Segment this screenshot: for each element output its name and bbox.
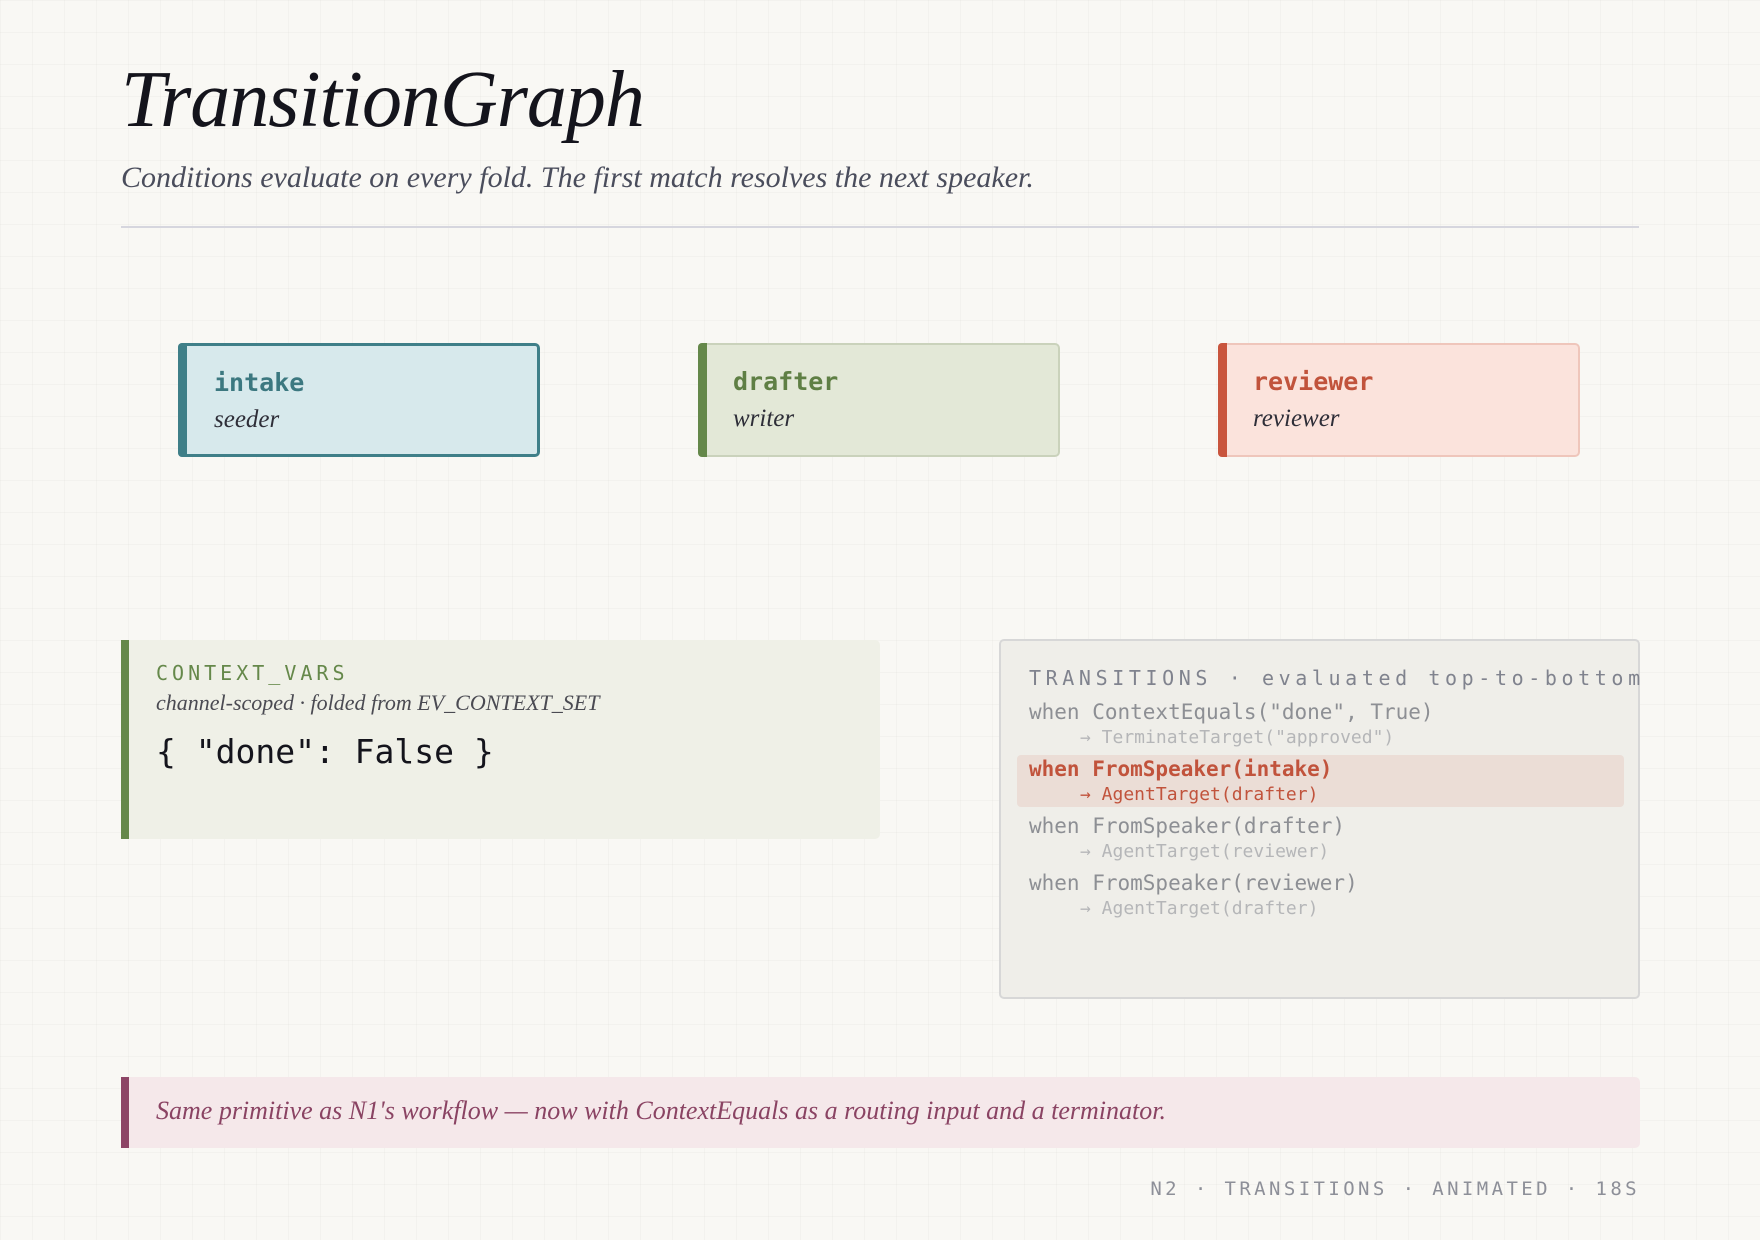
node-accent-bar xyxy=(178,343,187,457)
rule-target: → AgentTarget(drafter) xyxy=(1080,898,1319,919)
node-role: reviewer xyxy=(1253,405,1340,432)
node-accent-bar xyxy=(1218,343,1227,457)
note-accent-bar xyxy=(121,1077,129,1148)
context-vars-label: CONTEXT_VARS xyxy=(156,661,349,685)
transition-rule[interactable]: when FromSpeaker(reviewer) → AgentTarget… xyxy=(1017,869,1624,921)
node-name: intake xyxy=(214,368,305,397)
context-vars-value: { "done": False } xyxy=(156,732,494,771)
rule-condition: when FromSpeaker(reviewer) xyxy=(1029,871,1358,895)
context-accent-bar xyxy=(121,640,129,839)
node-role: seeder xyxy=(214,406,280,433)
page-title: TransitionGraph xyxy=(121,56,645,144)
page-subtitle: Conditions evaluate on every fold. The f… xyxy=(121,161,1034,194)
node-name: drafter xyxy=(733,367,839,396)
transition-rule[interactable]: when FromSpeaker(drafter) → AgentTarget(… xyxy=(1017,812,1624,864)
node-role: writer xyxy=(733,405,795,432)
rule-target: → TerminateTarget("approved") xyxy=(1080,727,1395,748)
node-reviewer[interactable]: reviewer reviewer xyxy=(1218,343,1580,457)
context-vars-panel: CONTEXT_VARS channel-scoped · folded fro… xyxy=(121,640,880,839)
header-divider xyxy=(121,226,1639,228)
node-accent-bar xyxy=(698,343,707,457)
slide-footer: N2 · TRANSITIONS · ANIMATED · 18S xyxy=(1150,1178,1640,1200)
note-text: Same primitive as N1's workflow — now wi… xyxy=(156,1096,1166,1125)
node-name: reviewer xyxy=(1253,367,1374,396)
node-drafter[interactable]: drafter writer xyxy=(698,343,1060,457)
transition-rule[interactable]: when ContextEquals("done", True) → Termi… xyxy=(1017,698,1624,750)
rule-target: → AgentTarget(drafter) xyxy=(1080,784,1319,805)
transitions-header: TRANSITIONS · evaluated top-to-bottom xyxy=(1029,666,1645,690)
rule-condition: when FromSpeaker(intake) xyxy=(1029,757,1333,781)
transition-rule-active[interactable]: when FromSpeaker(intake) → AgentTarget(d… xyxy=(1017,755,1624,807)
node-intake[interactable]: intake seeder xyxy=(178,343,540,457)
context-vars-subtitle: channel-scoped · folded from EV_CONTEXT_… xyxy=(156,690,600,715)
callout-note: Same primitive as N1's workflow — now wi… xyxy=(121,1077,1640,1148)
rule-target: → AgentTarget(reviewer) xyxy=(1080,841,1330,862)
rule-condition: when ContextEquals("done", True) xyxy=(1029,700,1434,724)
rule-condition: when FromSpeaker(drafter) xyxy=(1029,814,1346,838)
transitions-panel: TRANSITIONS · evaluated top-to-bottom wh… xyxy=(999,639,1640,999)
